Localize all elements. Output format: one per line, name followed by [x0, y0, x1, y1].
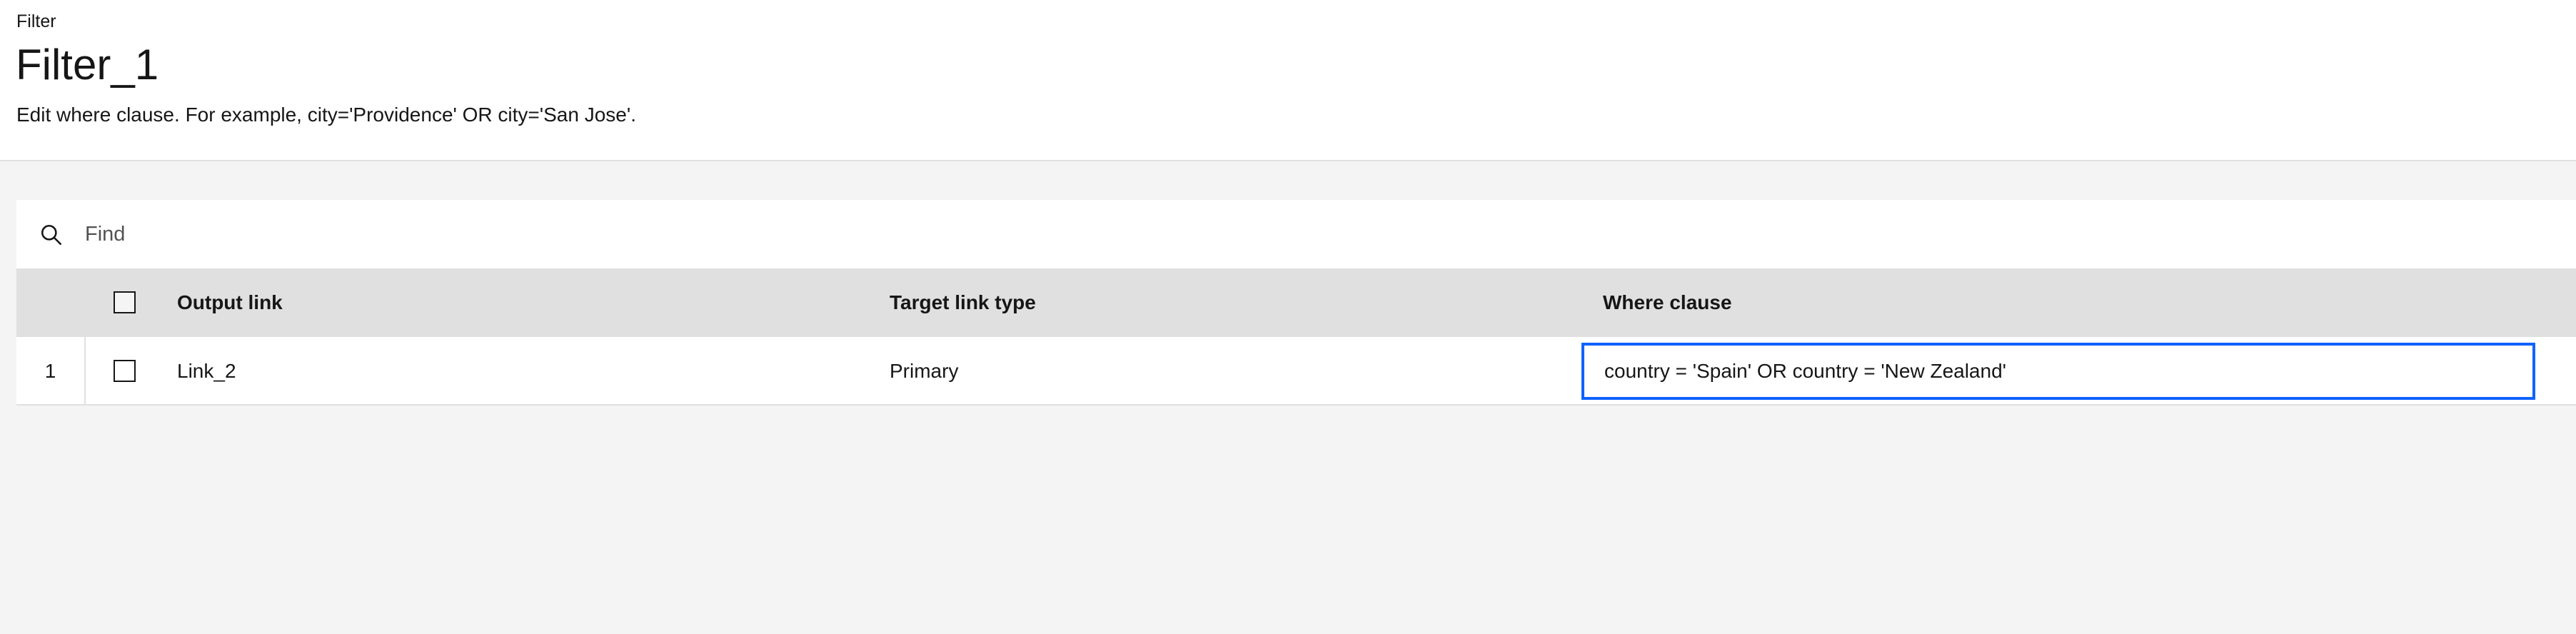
- row-number: 1: [44, 360, 56, 382]
- table-row[interactable]: 1 Link_2 Primary country = 'Spain' OR co…: [16, 337, 2576, 406]
- where-clause-value: country = 'Spain' OR country = 'New Zeal…: [1604, 360, 2006, 382]
- row-checkbox[interactable]: [114, 360, 136, 382]
- target-link-type-cell[interactable]: Primary: [890, 337, 958, 406]
- table-header-row: Output link Target link type Where claus…: [16, 268, 2576, 337]
- column-header-output-link[interactable]: Output link: [177, 268, 283, 337]
- where-clause-editor[interactable]: country = 'Spain' OR country = 'New Zeal…: [1581, 343, 2535, 400]
- select-all-checkbox[interactable]: [114, 291, 136, 313]
- breadcrumb: Filter: [16, 11, 56, 31]
- column-header-target-link-type[interactable]: Target link type: [890, 268, 1036, 337]
- page-header: Filter Filter_1 Edit where clause. For e…: [0, 0, 2576, 161]
- search-bar: [16, 200, 2576, 268]
- column-header-where-clause[interactable]: Where clause: [1603, 268, 1732, 337]
- row-number-divider: [84, 337, 86, 404]
- search-input[interactable]: [85, 217, 1085, 251]
- filter-table-panel: Output link Target link type Where claus…: [16, 200, 2576, 406]
- page-description: Edit where clause. For example, city='Pr…: [16, 104, 636, 126]
- page-title: Filter_1: [16, 41, 159, 89]
- search-icon: [41, 224, 62, 246]
- output-link-cell[interactable]: Link_2: [177, 337, 236, 406]
